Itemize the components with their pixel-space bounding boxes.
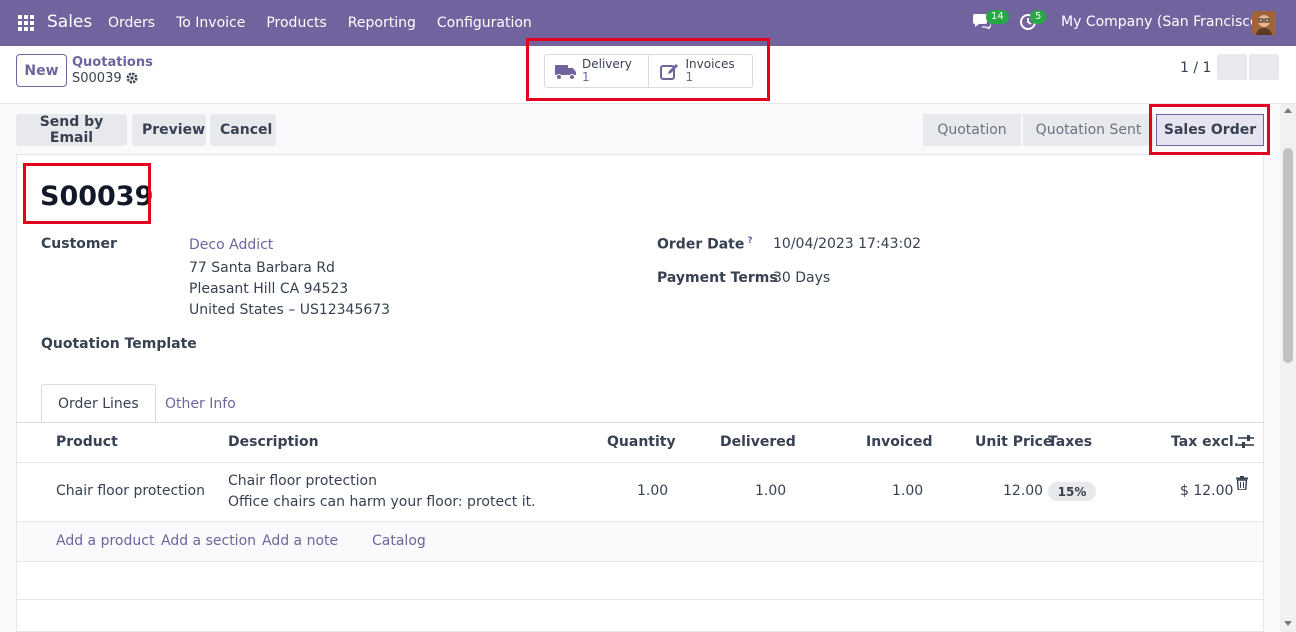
pager-previous-button[interactable] (1217, 54, 1247, 80)
stage-quotation[interactable]: Quotation (923, 114, 1021, 146)
help-tooltip-icon[interactable]: ? (747, 236, 752, 246)
row-tax-tag: 15% (1048, 482, 1096, 501)
breadcrumb-current: S00039 (72, 71, 122, 86)
tab-divider (16, 422, 1264, 423)
row-subtotal: $ 12.00 (1180, 483, 1234, 499)
company-switcher[interactable]: My Company (San Francisco) (1061, 14, 1264, 30)
order-date-value[interactable]: 10/04/2023 17:43:02 (773, 236, 921, 252)
gear-icon[interactable] (125, 71, 139, 85)
tab-other-info[interactable]: Other Info (149, 384, 252, 423)
user-avatar[interactable] (1252, 11, 1276, 35)
annotation-box-sales-order (1149, 104, 1270, 155)
column-taxes[interactable]: Taxes (1048, 434, 1092, 450)
row-product[interactable]: Chair floor protection (56, 483, 205, 499)
pager-value[interactable]: 1 / 1 (1180, 60, 1211, 76)
cancel-button[interactable]: Cancel (210, 114, 276, 146)
column-quantity[interactable]: Quantity (607, 434, 676, 450)
send-by-email-button[interactable]: Send by Email (16, 114, 127, 146)
row-unit-price: 12.00 (1003, 483, 1044, 499)
menu-to-invoice[interactable]: To Invoice (176, 15, 245, 31)
breadcrumb-quotations[interactable]: Quotations (72, 55, 153, 70)
empty-row-divider (17, 599, 1263, 600)
apps-menu-icon[interactable] (18, 15, 34, 31)
messages-badge: 14 (986, 10, 1009, 24)
row-description-line-1: Chair floor protection (228, 473, 377, 489)
order-date-label: Order Date? (657, 236, 753, 253)
menu-reporting[interactable]: Reporting (348, 15, 416, 31)
tab-order-lines[interactable]: Order Lines (41, 384, 156, 423)
annotation-box-record-title (23, 163, 151, 224)
preview-button[interactable]: Preview (132, 114, 206, 146)
payment-terms-value[interactable]: 30 Days (773, 270, 830, 286)
customer-address-line-2: Pleasant Hill CA 94523 (189, 281, 349, 297)
customer-address-line-3: United States – US12345673 (189, 302, 391, 318)
scroll-up-arrow-icon[interactable] (1284, 108, 1292, 113)
scroll-down-arrow-icon[interactable] (1284, 621, 1292, 626)
column-delivered[interactable]: Delivered (720, 434, 796, 450)
activities-badge: 5 (1030, 10, 1047, 24)
main-menu: Orders To Invoice Products Reporting Con… (108, 0, 553, 46)
customer-link[interactable]: Deco Addict (189, 237, 273, 253)
column-description[interactable]: Description (228, 434, 319, 450)
new-button[interactable]: New (16, 54, 67, 87)
add-row-divider (17, 561, 1263, 562)
add-product-link[interactable]: Add a product (56, 533, 154, 549)
trash-icon[interactable] (1236, 476, 1248, 490)
customer-label: Customer (41, 236, 117, 252)
row-quantity: 1.00 (637, 483, 669, 499)
catalog-link[interactable]: Catalog (372, 533, 426, 549)
row-invoiced: 1.00 (892, 483, 924, 499)
table-header-divider (17, 462, 1263, 463)
column-unit-price[interactable]: Unit Price (975, 434, 1052, 450)
vertical-scrollbar[interactable] (1280, 104, 1296, 632)
pager-next-button[interactable] (1249, 54, 1279, 80)
column-invoiced[interactable]: Invoiced (866, 434, 933, 450)
add-note-link[interactable]: Add a note (262, 533, 338, 549)
menu-products[interactable]: Products (266, 15, 326, 31)
menu-configuration[interactable]: Configuration (437, 15, 532, 31)
status-bar: Send by Email Preview Cancel Quotation Q… (0, 104, 1280, 154)
add-section-link[interactable]: Add a section (161, 533, 256, 549)
scroll-thumb[interactable] (1283, 148, 1293, 363)
column-product[interactable]: Product (56, 434, 118, 450)
app-name[interactable]: Sales (47, 12, 92, 32)
column-settings-icon[interactable] (1238, 435, 1254, 449)
row-description-line-2: Office chairs can harm your floor: prote… (228, 494, 536, 510)
stage-quotation-sent[interactable]: Quotation Sent (1023, 114, 1154, 146)
annotation-box-smart-buttons (526, 38, 770, 101)
payment-terms-label: Payment Terms (657, 270, 778, 286)
menu-orders[interactable]: Orders (108, 15, 155, 31)
column-tax-excl[interactable]: Tax excl. (1171, 434, 1239, 450)
customer-address-line-1: 77 Santa Barbara Rd (189, 260, 335, 276)
quotation-template-label: Quotation Template (41, 336, 197, 352)
row-delivered: 1.00 (755, 483, 787, 499)
